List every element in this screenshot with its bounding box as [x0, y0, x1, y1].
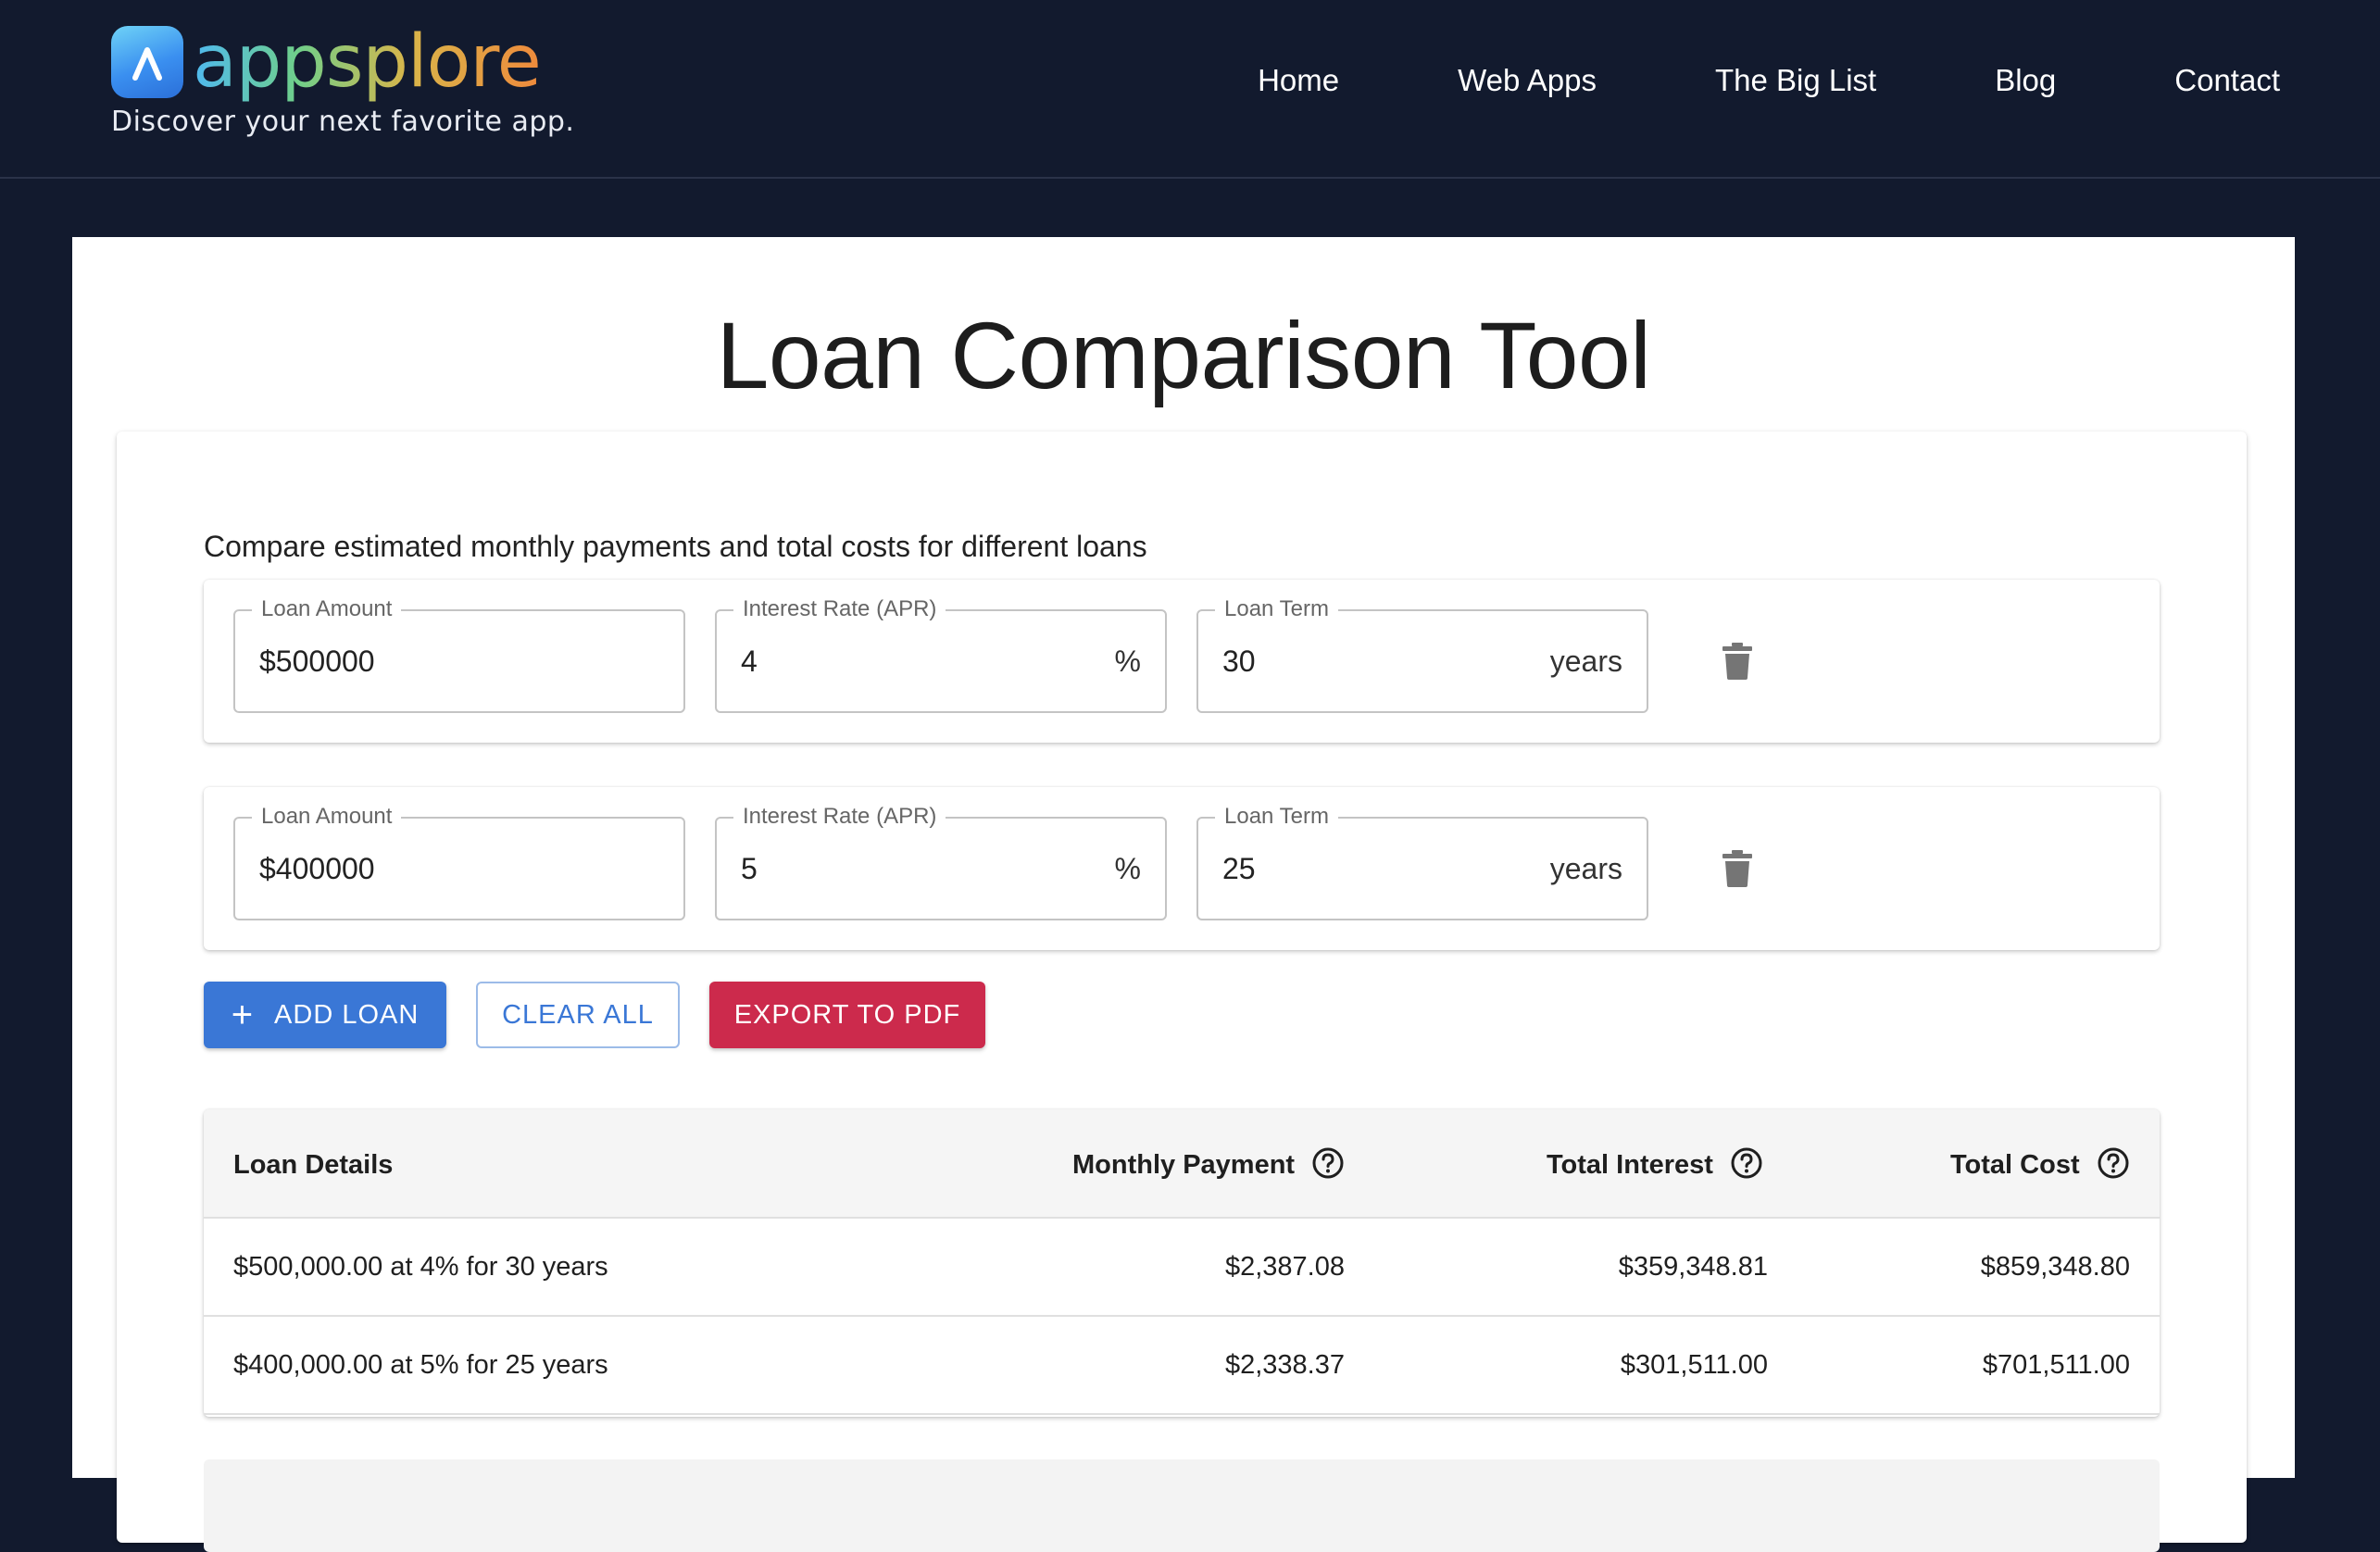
- add-loan-button[interactable]: + ADD LOAN: [204, 982, 446, 1048]
- clear-all-label: CLEAR ALL: [502, 999, 654, 1030]
- nav-item-home[interactable]: Home: [1258, 63, 1339, 98]
- table-row: $400,000.00 at 5% for 25 years $2,338.37…: [204, 1317, 2160, 1415]
- help-circle-icon[interactable]: [2097, 1146, 2130, 1180]
- column-header-interest: Total Interest: [1547, 1147, 1763, 1181]
- help-circle-icon[interactable]: [1311, 1146, 1345, 1180]
- loan-term-label: Loan Term: [1215, 804, 1338, 830]
- column-header-cost-label: Total Cost: [1950, 1150, 2080, 1180]
- cell-total-interest: $301,511.00: [1620, 1350, 1768, 1380]
- interest-rate-suffix: %: [1114, 852, 1141, 885]
- interest-rate-label: Interest Rate (APR): [733, 804, 946, 830]
- delete-loan-button[interactable]: [1713, 637, 1761, 685]
- column-header-details-label: Loan Details: [233, 1150, 394, 1180]
- loan-term-value[interactable]: 25: [1222, 852, 1256, 886]
- main-nav: Home Web Apps The Big List Blog Contact: [1139, 63, 2280, 98]
- loan-term-suffix: years: [1549, 852, 1622, 885]
- loan-row: Loan Amount $500000 Interest Rate (APR) …: [204, 580, 2160, 743]
- interest-rate-value[interactable]: 4: [741, 645, 758, 679]
- loan-amount-field[interactable]: Loan Amount $400000: [233, 804, 685, 920]
- add-loan-label: ADD LOAN: [274, 999, 420, 1030]
- cell-total-interest: $359,348.81: [1618, 1252, 1768, 1282]
- interest-rate-field[interactable]: Interest Rate (APR) 5 %: [715, 804, 1167, 920]
- cell-total-cost: $859,348.80: [1980, 1252, 2130, 1282]
- trash-icon: [1722, 643, 1752, 680]
- column-header-monthly: Monthly Payment: [1072, 1147, 1345, 1181]
- site-header: appsplore Discover your next favorite ap…: [0, 0, 2380, 179]
- page-container: Loan Comparison Tool Compare estimated m…: [72, 237, 2295, 1552]
- tool-subtitle: Compare estimated monthly payments and t…: [204, 530, 1147, 563]
- column-header-cost: Total Cost: [1950, 1147, 2130, 1181]
- nav-item-web-apps[interactable]: Web Apps: [1458, 63, 1597, 98]
- column-header-interest-label: Total Interest: [1547, 1150, 1713, 1180]
- nav-item-blog[interactable]: Blog: [1995, 63, 2056, 98]
- cell-monthly-payment: $2,387.08: [1224, 1252, 1345, 1282]
- loan-term-value[interactable]: 30: [1222, 645, 1256, 679]
- export-pdf-button[interactable]: EXPORT TO PDF: [709, 982, 985, 1048]
- nav-item-contact[interactable]: Contact: [2174, 63, 2280, 98]
- loan-term-label: Loan Term: [1215, 596, 1338, 622]
- site-logo[interactable]: appsplore Discover your next favorite ap…: [111, 20, 593, 146]
- table-row: $500,000.00 at 4% for 30 years $2,387.08…: [204, 1219, 2160, 1317]
- table-header: Loan Details Monthly Payment Total Inter…: [204, 1109, 2160, 1219]
- cell-monthly-payment: $2,338.37: [1224, 1350, 1345, 1380]
- next-section-card: [204, 1459, 2160, 1552]
- delete-loan-button[interactable]: [1713, 845, 1761, 893]
- loan-amount-field[interactable]: Loan Amount $500000: [233, 596, 685, 713]
- plus-icon: +: [231, 995, 255, 1035]
- cell-total-cost: $701,511.00: [1982, 1350, 2130, 1380]
- column-header-details: Loan Details: [233, 1150, 393, 1181]
- logo-badge-icon: [111, 26, 183, 98]
- page-title: Loan Comparison Tool: [716, 303, 1651, 408]
- cell-loan-details: $400,000.00 at 5% for 25 years: [233, 1350, 608, 1380]
- export-pdf-label: EXPORT TO PDF: [733, 999, 961, 1030]
- interest-rate-value[interactable]: 5: [741, 852, 758, 886]
- loan-tool-card: Compare estimated monthly payments and t…: [117, 432, 2247, 1552]
- interest-rate-suffix: %: [1114, 645, 1141, 678]
- cell-loan-details: $500,000.00 at 4% for 30 years: [233, 1252, 608, 1282]
- logo-wordmark: appsplore: [193, 20, 542, 104]
- loan-term-field[interactable]: Loan Term 25 years: [1196, 804, 1648, 920]
- interest-rate-label: Interest Rate (APR): [733, 596, 946, 622]
- loan-amount-value[interactable]: $500000: [259, 645, 375, 679]
- trash-icon: [1722, 850, 1752, 887]
- column-header-monthly-label: Monthly Payment: [1072, 1150, 1296, 1180]
- results-table: Loan Details Monthly Payment Total Inter…: [204, 1109, 2160, 1417]
- loan-term-field[interactable]: Loan Term 30 years: [1196, 596, 1648, 713]
- loan-term-suffix: years: [1549, 645, 1622, 678]
- loan-amount-label: Loan Amount: [252, 804, 402, 830]
- logo-tagline: Discover your next favorite app.: [111, 106, 575, 138]
- loan-amount-label: Loan Amount: [252, 596, 402, 622]
- nav-item-big-list[interactable]: The Big List: [1715, 63, 1876, 98]
- help-circle-icon[interactable]: [1730, 1146, 1763, 1180]
- clear-all-button[interactable]: CLEAR ALL: [476, 982, 680, 1048]
- loan-row: Loan Amount $400000 Interest Rate (APR) …: [204, 787, 2160, 950]
- interest-rate-field[interactable]: Interest Rate (APR) 4 %: [715, 596, 1167, 713]
- loan-amount-value[interactable]: $400000: [259, 852, 375, 886]
